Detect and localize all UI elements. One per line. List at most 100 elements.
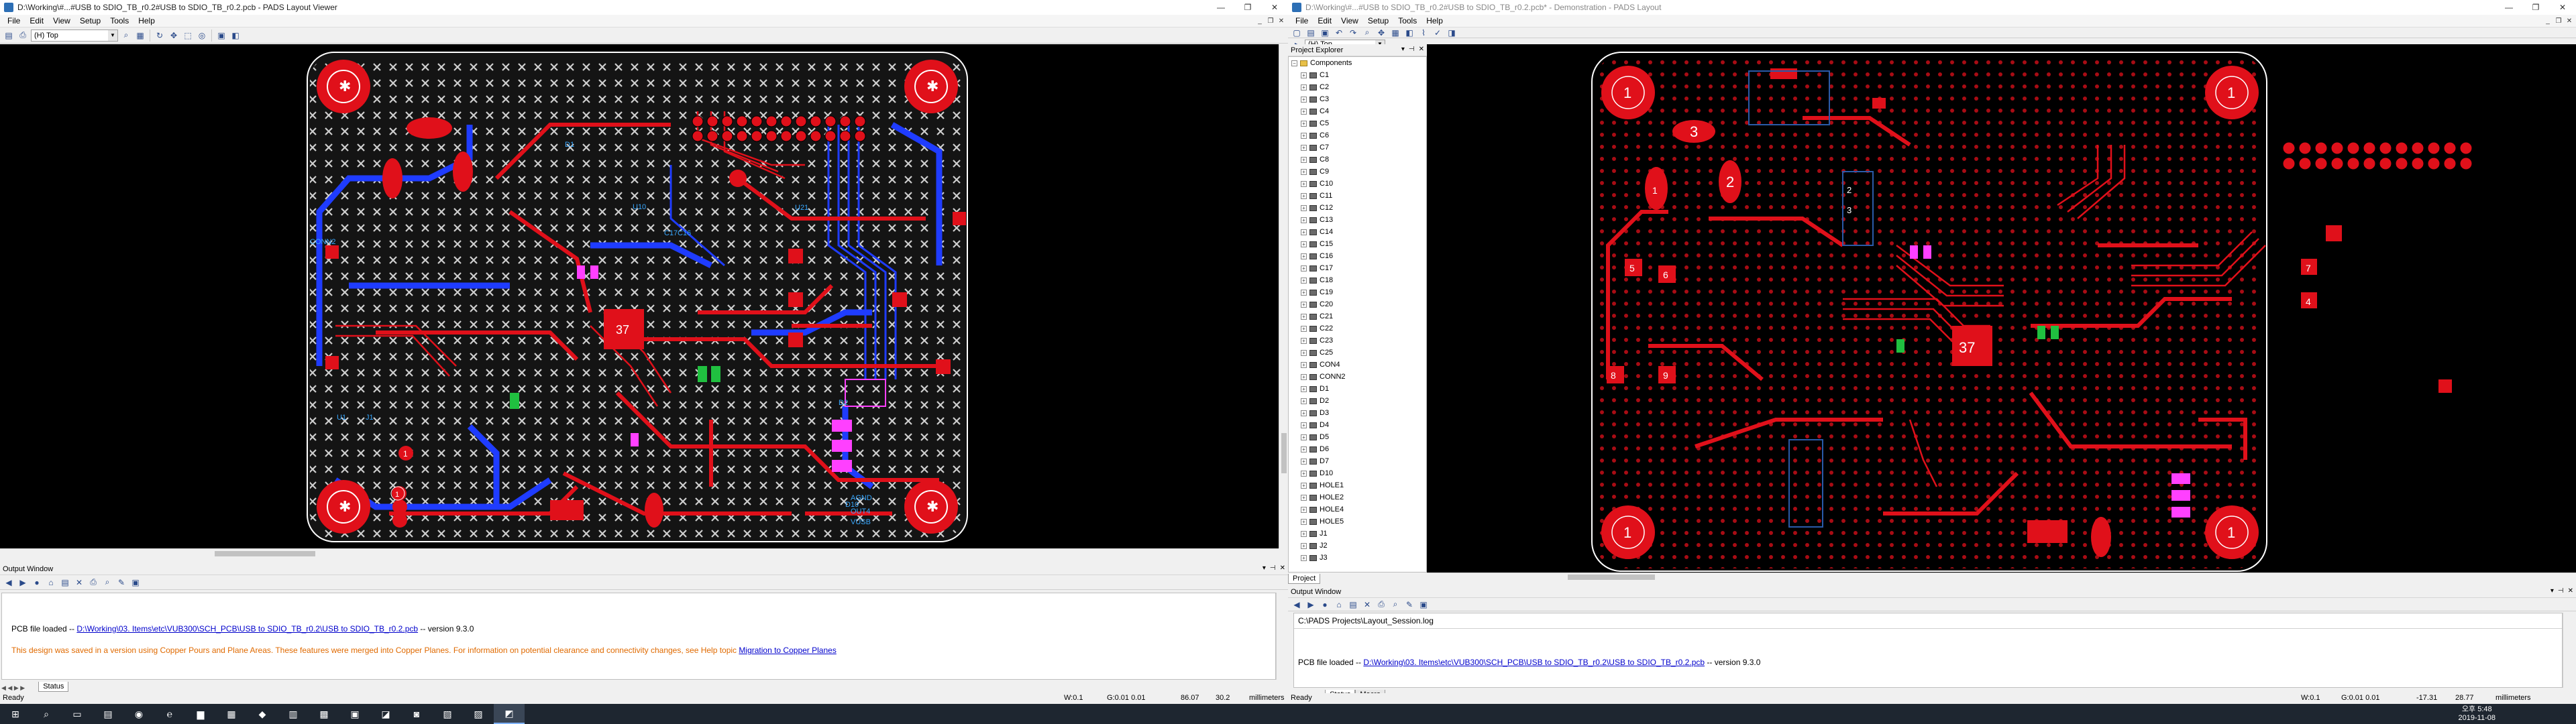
tree-item[interactable]: + C8	[1289, 154, 1426, 166]
undo-icon[interactable]: ↶	[1333, 28, 1345, 38]
menu-tools[interactable]: Tools	[1393, 16, 1421, 25]
menu-file[interactable]: File	[1291, 16, 1313, 25]
find-icon[interactable]: ◎	[196, 29, 208, 42]
pcb-file-link[interactable]: D:\Working\03. Items\etc\VUB300\SCH_PCB\…	[1363, 658, 1705, 667]
home-icon[interactable]: ⌂	[45, 577, 57, 589]
expand-icon[interactable]: +	[1301, 96, 1307, 103]
expand-icon[interactable]: +	[1301, 253, 1307, 259]
tree-item[interactable]: + HOLE4	[1289, 503, 1426, 516]
redraw-icon[interactable]: ↻	[154, 29, 166, 42]
expand-icon[interactable]: +	[1301, 470, 1307, 477]
output-log[interactable]: C:\PADS Projects\Layout_Session.log PCB …	[1293, 613, 2563, 688]
tree-item[interactable]: + D2	[1289, 395, 1426, 407]
expand-icon[interactable]: +	[1301, 72, 1307, 78]
close-icon[interactable]: ✕	[1261, 0, 1288, 15]
expand-icon[interactable]: +	[1301, 349, 1307, 356]
script-icon[interactable]: ✎	[1403, 599, 1415, 611]
expand-icon[interactable]: +	[1301, 337, 1307, 344]
tree-item[interactable]: + C7	[1289, 141, 1426, 154]
minimize-icon[interactable]: —	[2496, 0, 2522, 15]
expand-icon[interactable]: +	[1301, 180, 1307, 187]
tree-item[interactable]: + J3	[1289, 552, 1426, 564]
tree-item[interactable]: + C23	[1289, 335, 1426, 347]
design-icon[interactable]: ◧	[1403, 28, 1415, 38]
menu-file[interactable]: File	[3, 16, 25, 25]
pcb-canvas[interactable]: 1 1 1 1 3 2 37 1 2 3 5 6 7 8 9 4	[1427, 44, 2576, 572]
menu-edit[interactable]: Edit	[25, 16, 48, 25]
tree-item[interactable]: + C20	[1289, 298, 1426, 310]
expand-icon[interactable]: +	[1301, 434, 1307, 440]
tree-item[interactable]: + D6	[1289, 443, 1426, 455]
tab-status[interactable]: Status	[38, 682, 69, 692]
window-icon[interactable]: ▣	[1417, 599, 1430, 611]
tree-root[interactable]: − Components	[1289, 57, 1426, 69]
pin-icon[interactable]: ▾	[2551, 587, 2554, 595]
stop-icon[interactable]: ●	[31, 577, 43, 589]
tree-item[interactable]: + C9	[1289, 166, 1426, 178]
window-icon[interactable]: ▣	[129, 577, 142, 589]
save-icon[interactable]: ▤	[59, 577, 71, 589]
expand-icon[interactable]: +	[1301, 241, 1307, 247]
search-icon[interactable]: ⌕	[31, 704, 62, 724]
output-log[interactable]: PCB file loaded -- D:\Working\03. Items\…	[1, 593, 1276, 680]
tree-item[interactable]: + C2	[1289, 81, 1426, 93]
zoom-icon[interactable]: ⌕	[120, 29, 132, 42]
menu-view[interactable]: View	[1336, 16, 1363, 25]
menu-edit[interactable]: Edit	[1313, 16, 1336, 25]
close-icon[interactable]: ✕	[2549, 0, 2576, 15]
open-icon[interactable]: ▤	[1305, 28, 1317, 38]
tree-item[interactable]: + C15	[1289, 238, 1426, 250]
tree-item[interactable]: + C17	[1289, 262, 1426, 274]
back-icon[interactable]: ◀	[3, 577, 15, 589]
chrome-icon[interactable]: ◉	[123, 704, 154, 724]
stop-icon[interactable]: ●	[1319, 599, 1331, 611]
expand-icon[interactable]: +	[1301, 84, 1307, 90]
menu-tools[interactable]: Tools	[105, 16, 133, 25]
expand-icon[interactable]: +	[1301, 554, 1307, 561]
pin-icon[interactable]: ▾	[1401, 46, 1405, 53]
open-icon[interactable]: ▤	[3, 29, 15, 42]
display-icon[interactable]: ◨	[1446, 28, 1458, 38]
mdi-minimize-icon[interactable]: _	[1254, 16, 1265, 25]
expand-icon[interactable]: +	[1301, 192, 1307, 199]
layout-icon[interactable]: ◧	[229, 29, 241, 42]
board-icon[interactable]: ▦	[1389, 28, 1401, 38]
pan-icon[interactable]: ✥	[1375, 28, 1387, 38]
script-icon[interactable]: ✎	[115, 577, 127, 589]
pcb-file-link[interactable]: D:\Working\03. Items\etc\VUB300\SCH_PCB\…	[76, 624, 418, 634]
tree-item[interactable]: + C4	[1289, 105, 1426, 117]
select-icon[interactable]: ⬚	[182, 29, 194, 42]
maximize-icon[interactable]: ❐	[2522, 0, 2549, 15]
expand-icon[interactable]: +	[1301, 325, 1307, 332]
expand-icon[interactable]: +	[1301, 542, 1307, 549]
migration-help-link[interactable]: Migration to Copper Planes	[739, 646, 836, 655]
tree-item[interactable]: + HOLE2	[1289, 491, 1426, 503]
expand-icon[interactable]: +	[1301, 144, 1307, 151]
mdi-restore-icon[interactable]: ❐	[1265, 16, 1276, 25]
acrobat-icon[interactable]: ◆	[247, 704, 278, 724]
tree-item[interactable]: + C21	[1289, 310, 1426, 322]
tree-item[interactable]: + HOLE5	[1289, 516, 1426, 528]
forward-icon[interactable]: ▶	[17, 577, 29, 589]
clear-icon[interactable]: ✕	[1361, 599, 1373, 611]
redo-icon[interactable]: ↷	[1347, 28, 1359, 38]
tree-item[interactable]: + CONN2	[1289, 371, 1426, 383]
tree-item[interactable]: + HOLE1	[1289, 479, 1426, 491]
save-icon[interactable]: ▤	[1347, 599, 1359, 611]
task-view-icon[interactable]: ▭	[62, 704, 93, 724]
tree-item[interactable]: + D1	[1289, 383, 1426, 395]
tree-item[interactable]: + C25	[1289, 347, 1426, 359]
pcb-canvas[interactable]: ✱ ✱ ✱ ✱ 37 1 1 CONN2 U10 U21 C17 C16 D1 …	[0, 44, 1279, 548]
find-icon[interactable]: ⌕	[1389, 599, 1401, 611]
menu-view[interactable]: View	[48, 16, 75, 25]
expand-icon[interactable]: +	[1301, 229, 1307, 235]
tab-nav-arrows[interactable]: ◀ ◀ ▶ ▶	[1, 684, 25, 692]
pads-logic-icon[interactable]: ▨	[463, 704, 494, 724]
mdi-restore-icon[interactable]: ❐	[2553, 16, 2564, 25]
expand-icon[interactable]: +	[1301, 132, 1307, 139]
canvas-vscroll[interactable]	[1279, 44, 1288, 548]
expand-icon[interactable]: +	[1301, 156, 1307, 163]
tree-item[interactable]: + D7	[1289, 455, 1426, 467]
home-icon[interactable]: ⌂	[1333, 599, 1345, 611]
route-icon[interactable]: ⌇	[1417, 28, 1430, 38]
